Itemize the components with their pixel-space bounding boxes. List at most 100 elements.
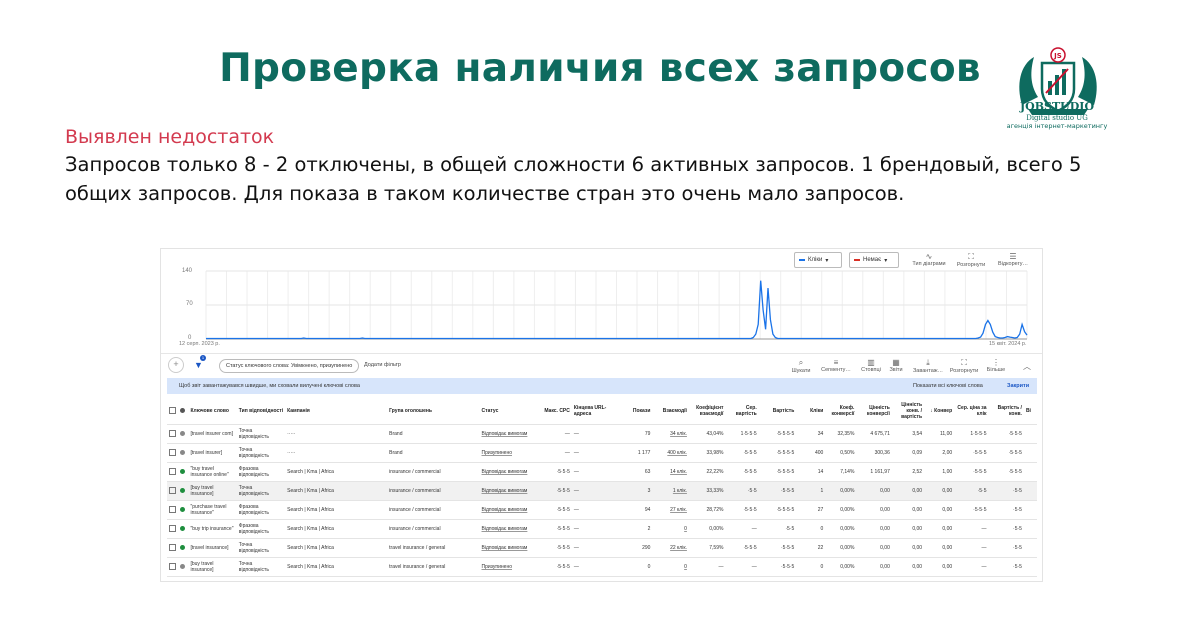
cell-cpc[interactable]: ·5·5·5	[535, 519, 572, 539]
chart-adjust-button[interactable]: ☰ Відкорегу…	[995, 252, 1031, 267]
row-checkbox[interactable]	[167, 443, 178, 463]
column-header[interactable]: Кінцева URL-адреса	[571, 398, 624, 425]
metric1-select[interactable]: Кліки ▾	[794, 252, 842, 268]
row-checkbox[interactable]	[167, 557, 178, 577]
cell-inter: 34 клік.	[652, 424, 689, 444]
close-banner-button[interactable]: Закрити	[1007, 383, 1029, 389]
cell-campaign[interactable]: Search | Kma | Africa	[285, 557, 388, 577]
column-header[interactable]: Група оголошень	[387, 398, 480, 425]
row-checkbox[interactable]	[167, 500, 178, 520]
collapse-icon[interactable]: ︿	[1023, 361, 1031, 372]
table-row[interactable]: "buy travel insurance online" Фразова від…	[167, 462, 1037, 482]
column-header[interactable]: Цінність конверсії	[856, 398, 892, 425]
cell-conv: 0,00	[924, 481, 955, 501]
cell-adgroup[interactable]: travel insurance / general	[387, 557, 480, 577]
table-row[interactable]: [travel insurer] Точна відповідність ·····…	[167, 443, 1037, 463]
more-button[interactable]: ⋮ Більше	[979, 358, 1013, 373]
row-checkbox[interactable]	[167, 424, 178, 444]
cell-adgroup[interactable]: Brand	[387, 443, 480, 463]
cell-cpc[interactable]: —	[535, 424, 572, 444]
chart-expand-button[interactable]: ⛶ Розгорнути	[953, 252, 989, 268]
cell-x	[1023, 519, 1037, 539]
row-checkbox[interactable]	[167, 538, 178, 558]
cell-kw[interactable]: "purchase travel insurance"	[188, 500, 237, 520]
cell-cr: 0,00%	[825, 481, 857, 501]
cell-match: Точна відповідність	[236, 538, 286, 558]
cell-cpc[interactable]: ·5·5·5	[535, 462, 572, 482]
status-filter-chip[interactable]: Статус ключового слова: Увімкнено, призу…	[219, 359, 360, 373]
row-checkbox[interactable]	[167, 462, 178, 482]
column-header[interactable]: Кліки	[796, 398, 826, 425]
cell-match: Точна відповідність	[236, 443, 286, 463]
cell-cpc[interactable]: —	[535, 443, 572, 463]
table-row[interactable]: [buy travel insurance] Точна відповідніст…	[167, 481, 1037, 501]
cell-cr: 0,00%	[825, 519, 857, 539]
column-header[interactable]: Коеф. конверсії	[825, 398, 857, 425]
cell-adgroup[interactable]: insurance / commercial	[387, 481, 480, 501]
expand-table-button[interactable]: ⛶ Розгорнути	[947, 358, 981, 374]
row-checkbox[interactable]	[167, 481, 178, 501]
cell-kw[interactable]: [buy travel insurance]	[188, 557, 237, 577]
cell-kw[interactable]: "buy travel insurance online"	[188, 462, 237, 482]
cell-kw[interactable]: [travel insurance]	[188, 538, 237, 558]
cell-campaign[interactable]: Search | Kma | Africa	[285, 519, 388, 539]
cell-adgroup[interactable]: insurance / commercial	[387, 519, 480, 539]
cell-kw[interactable]: [travel insurer]	[188, 443, 237, 463]
adjust-icon: ☰	[1009, 252, 1017, 261]
column-header[interactable]: Взаємодії	[652, 398, 689, 425]
reports-button[interactable]: ▦ Звіти	[879, 358, 913, 373]
table-row[interactable]: [buy travel insurance] Точна відповідніст…	[167, 557, 1037, 577]
show-all-keywords-link[interactable]: Показати всі ключові слова	[913, 383, 983, 389]
cell-kw[interactable]: [travel insurer com]	[188, 424, 237, 444]
chart-type-button[interactable]: ∿ Тип діаграми	[911, 252, 947, 267]
table-row[interactable]: "buy trip insurance" Фразова відповідніст…	[167, 519, 1037, 539]
table-row[interactable]: [travel insurance] Точна відповідність Sea…	[167, 538, 1037, 558]
cell-cpc[interactable]: ·5·5·5	[535, 500, 572, 520]
cell-campaign[interactable]: Search | Kma | Africa	[285, 462, 388, 482]
column-header[interactable]: Покази	[623, 398, 653, 425]
download-button[interactable]: ⤓ Завантаж…	[911, 358, 945, 374]
column-header[interactable]: Тип відповідності	[236, 398, 286, 425]
column-header[interactable]: Ві	[1023, 398, 1037, 425]
column-header[interactable]: Кампанія	[285, 398, 388, 425]
cell-cpc[interactable]: ·5·5·5	[535, 557, 572, 577]
cell-campaign[interactable]: ·····	[285, 424, 388, 444]
cell-cpc[interactable]: ·5·5·5	[535, 481, 572, 501]
select-all-checkbox[interactable]	[167, 398, 178, 425]
column-header[interactable]: ↓ Конвер	[924, 398, 955, 425]
cell-campaign[interactable]: Search | Kma | Africa	[285, 538, 388, 558]
cell-kw[interactable]: "buy trip insurance"	[188, 519, 237, 539]
metric2-select[interactable]: Немає ▾	[849, 252, 899, 268]
chevron-down-icon: ▾	[884, 257, 888, 264]
reports-icon: ▦	[892, 358, 900, 367]
column-header[interactable]: Макс. CPC	[535, 398, 572, 425]
filter-icon[interactable]: ▼	[194, 360, 203, 370]
column-header[interactable]: Ключове слово	[188, 398, 237, 425]
cell-campaign[interactable]: Search | Kma | Africa	[285, 500, 388, 520]
search-button[interactable]: ⌕ Шукати	[784, 358, 818, 374]
segment-button[interactable]: ≡ Сегменту…	[819, 358, 853, 373]
cell-kw[interactable]: [buy travel insurance]	[188, 481, 237, 501]
cell-campaign[interactable]: ·····	[285, 443, 388, 463]
column-header[interactable]: Вартість	[758, 398, 797, 425]
cell-adgroup[interactable]: insurance / commercial	[387, 462, 480, 482]
cell-cpc[interactable]: ·5·5·5	[535, 538, 572, 558]
column-header[interactable]: Статус	[479, 398, 536, 425]
column-header[interactable]: Сер. вартість	[725, 398, 759, 425]
y-tick-label: 140	[182, 268, 193, 274]
add-icon[interactable]: +	[168, 357, 184, 373]
column-header[interactable]: Цінність конв. / вартість	[891, 398, 925, 425]
table-row[interactable]: [travel insurer com] Точна відповідність ·…	[167, 424, 1037, 444]
row-checkbox[interactable]	[167, 519, 178, 539]
cell-campaign[interactable]: Search | Kma | Africa	[285, 481, 388, 501]
row-status-dot	[177, 481, 189, 501]
column-header[interactable]: Сер. ціна за клік	[954, 398, 989, 425]
column-header[interactable]: Вартість / конв.	[988, 398, 1024, 425]
cell-adgroup[interactable]: insurance / commercial	[387, 500, 480, 520]
add-filter-button[interactable]: Додати фільтр	[364, 362, 401, 368]
cell-adgroup[interactable]: Brand	[387, 424, 480, 444]
table-row[interactable]: "purchase travel insurance" Фразова відпо…	[167, 500, 1037, 520]
cell-adgroup[interactable]: travel insurance / general	[387, 538, 480, 558]
cell-cpc2: ·5·5·5	[954, 500, 989, 520]
column-header[interactable]: Коефіцієнт взаємодії	[688, 398, 726, 425]
